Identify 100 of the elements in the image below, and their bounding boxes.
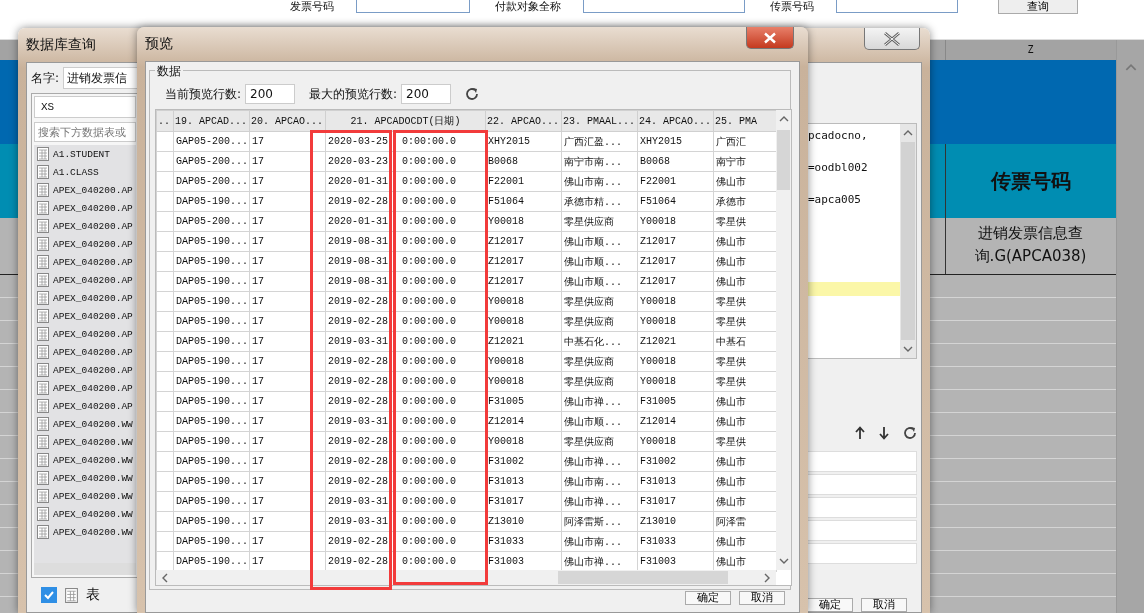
table-cell: DAP05-190... — [173, 291, 250, 312]
row-header: .. — [156, 110, 174, 132]
search-field[interactable]: 搜索下方数据表或 — [34, 122, 136, 142]
field-row[interactable] — [807, 543, 917, 564]
table-list-item[interactable]: APEX_040200.WW — [34, 505, 136, 523]
field-row[interactable] — [807, 520, 917, 541]
table-list-item[interactable]: APEX_040200.AP — [34, 343, 136, 361]
table-list-item[interactable]: A1.STUDENT — [34, 145, 136, 163]
dialog-button[interactable]: 确定 — [807, 598, 853, 612]
field-label: 付款对象全称 — [495, 0, 561, 13]
checkbox[interactable] — [41, 587, 57, 604]
table-cell: Z13010 — [485, 511, 562, 532]
table-cell: DAP05-190... — [173, 351, 250, 372]
table-icon — [37, 471, 49, 485]
scrollbar[interactable] — [34, 563, 136, 576]
table-cell: DAP05-190... — [173, 331, 250, 352]
arrow-up-icon[interactable] — [855, 426, 865, 440]
table-list-item[interactable]: APEX_040200.WW — [34, 487, 136, 505]
close-button[interactable] — [864, 28, 920, 50]
table-cell: F31002 — [485, 451, 562, 472]
table-list-item[interactable]: APEX_040200.AP — [34, 199, 136, 217]
arrow-down-icon[interactable] — [879, 426, 889, 440]
column-header[interactable]: 24. APCAO... — [637, 110, 714, 132]
table-list-item[interactable]: APEX_040200.AP — [34, 379, 136, 397]
filter-field[interactable]: XS — [34, 96, 136, 118]
scrollbar[interactable] — [900, 124, 916, 358]
table-list-item[interactable]: APEX_040200.WW — [34, 451, 136, 469]
table-cell: Y00018 — [637, 431, 714, 452]
input-field[interactable] — [583, 0, 745, 13]
code-line: =apca005 — [808, 193, 861, 206]
refresh-icon[interactable] — [903, 426, 917, 440]
input-field[interactable] — [836, 0, 958, 13]
scrollbar[interactable] — [1116, 40, 1144, 613]
table-list-item[interactable]: APEX_040200.AP — [34, 307, 136, 325]
scroll-thumb[interactable] — [901, 142, 915, 340]
table-list-item[interactable]: APEX_040200.AP — [34, 325, 136, 343]
scrollbar[interactable] — [156, 570, 776, 585]
sql-editor[interactable]: pcadocno, =oodbl002 =apca005 — [807, 123, 917, 359]
column-header[interactable]: 19. APCAD... — [173, 110, 250, 132]
table-cell: DAP05-190... — [173, 311, 250, 332]
table-list-item[interactable]: APEX_040200.WW — [34, 415, 136, 433]
dialog-button[interactable]: 确定 — [685, 591, 731, 605]
table-icon — [37, 147, 49, 161]
table-icon — [37, 417, 49, 431]
field-label: 发票号码 — [290, 0, 334, 13]
chevron-up-icon[interactable] — [778, 116, 789, 122]
chevron-down-icon[interactable] — [903, 346, 913, 352]
query-button[interactable]: 查询 — [998, 0, 1078, 14]
input-field[interactable]: 200 — [245, 84, 296, 104]
table-list-item[interactable]: A1.CLASS — [34, 163, 136, 181]
table-cell: 广西汇盈... — [561, 131, 638, 152]
scrollbar[interactable] — [776, 110, 791, 570]
column-header[interactable]: 22. APCAO... — [485, 110, 562, 132]
window-title: 预览 — [145, 35, 173, 53]
table-cell: 17 — [249, 491, 326, 512]
name-field[interactable]: 进销发票信 — [63, 67, 139, 89]
table-list-item[interactable]: APEX_040200.WW — [34, 523, 136, 541]
field-row[interactable] — [807, 474, 917, 495]
table-cell: F31002 — [637, 451, 714, 472]
chevron-left-icon[interactable] — [162, 572, 168, 583]
table-cell: DAP05-190... — [173, 371, 250, 392]
dialog-button[interactable]: 取消 — [861, 598, 907, 612]
column-header[interactable]: 20. APCAO... — [249, 110, 326, 132]
table-list-item[interactable]: APEX_040200.AP — [34, 271, 136, 289]
input-field[interactable] — [356, 0, 470, 13]
scroll-thumb[interactable] — [777, 130, 790, 190]
table-cell: 17 — [249, 231, 326, 252]
table-cell: F51064 — [637, 191, 714, 212]
table-list-item[interactable]: APEX_040200.AP — [34, 289, 136, 307]
table-list-item[interactable]: APEX_040200.WW — [34, 433, 136, 451]
column-header[interactable]: 25. PMA — [713, 110, 777, 132]
table-cell: DAP05-190... — [173, 471, 250, 492]
chevron-up-icon[interactable] — [903, 130, 913, 136]
chevron-down-icon[interactable] — [778, 558, 789, 564]
field-row[interactable] — [807, 497, 917, 518]
table-cell: 零星供应商 — [561, 291, 638, 312]
table-list-item[interactable]: APEX_040200.AP — [34, 397, 136, 415]
refresh-icon[interactable] — [465, 87, 480, 101]
table-list-item[interactable]: APEX_040200.AP — [34, 181, 136, 199]
table-cell: Y00018 — [485, 311, 562, 332]
table-icon — [37, 453, 49, 467]
table-list-item[interactable]: APEX_040200.AP — [34, 235, 136, 253]
table-list-item[interactable]: APEX_040200.AP — [34, 253, 136, 271]
field-row[interactable] — [807, 451, 917, 472]
input-field[interactable]: 200 — [401, 84, 452, 104]
table-cell: Z13010 — [637, 511, 714, 532]
table-cell: F31013 — [485, 471, 562, 492]
scroll-thumb[interactable] — [558, 571, 728, 584]
table-cell: 佛山市顺... — [561, 411, 638, 432]
table-list-item[interactable]: APEX_040200.AP — [34, 217, 136, 235]
table-cell: Z12017 — [637, 251, 714, 272]
table-cell: 佛山市禅... — [561, 491, 638, 512]
dialog-button[interactable]: 取消 — [739, 591, 785, 605]
chevron-right-icon[interactable] — [764, 572, 770, 583]
column-header[interactable]: 23. PMAAL... — [561, 110, 638, 132]
table-list-item[interactable]: APEX_040200.AP — [34, 361, 136, 379]
table-list-item[interactable]: APEX_040200.WW — [34, 469, 136, 487]
table-cell: 17 — [249, 331, 326, 352]
close-button[interactable] — [746, 27, 794, 49]
table-cell: Z12017 — [485, 231, 562, 252]
